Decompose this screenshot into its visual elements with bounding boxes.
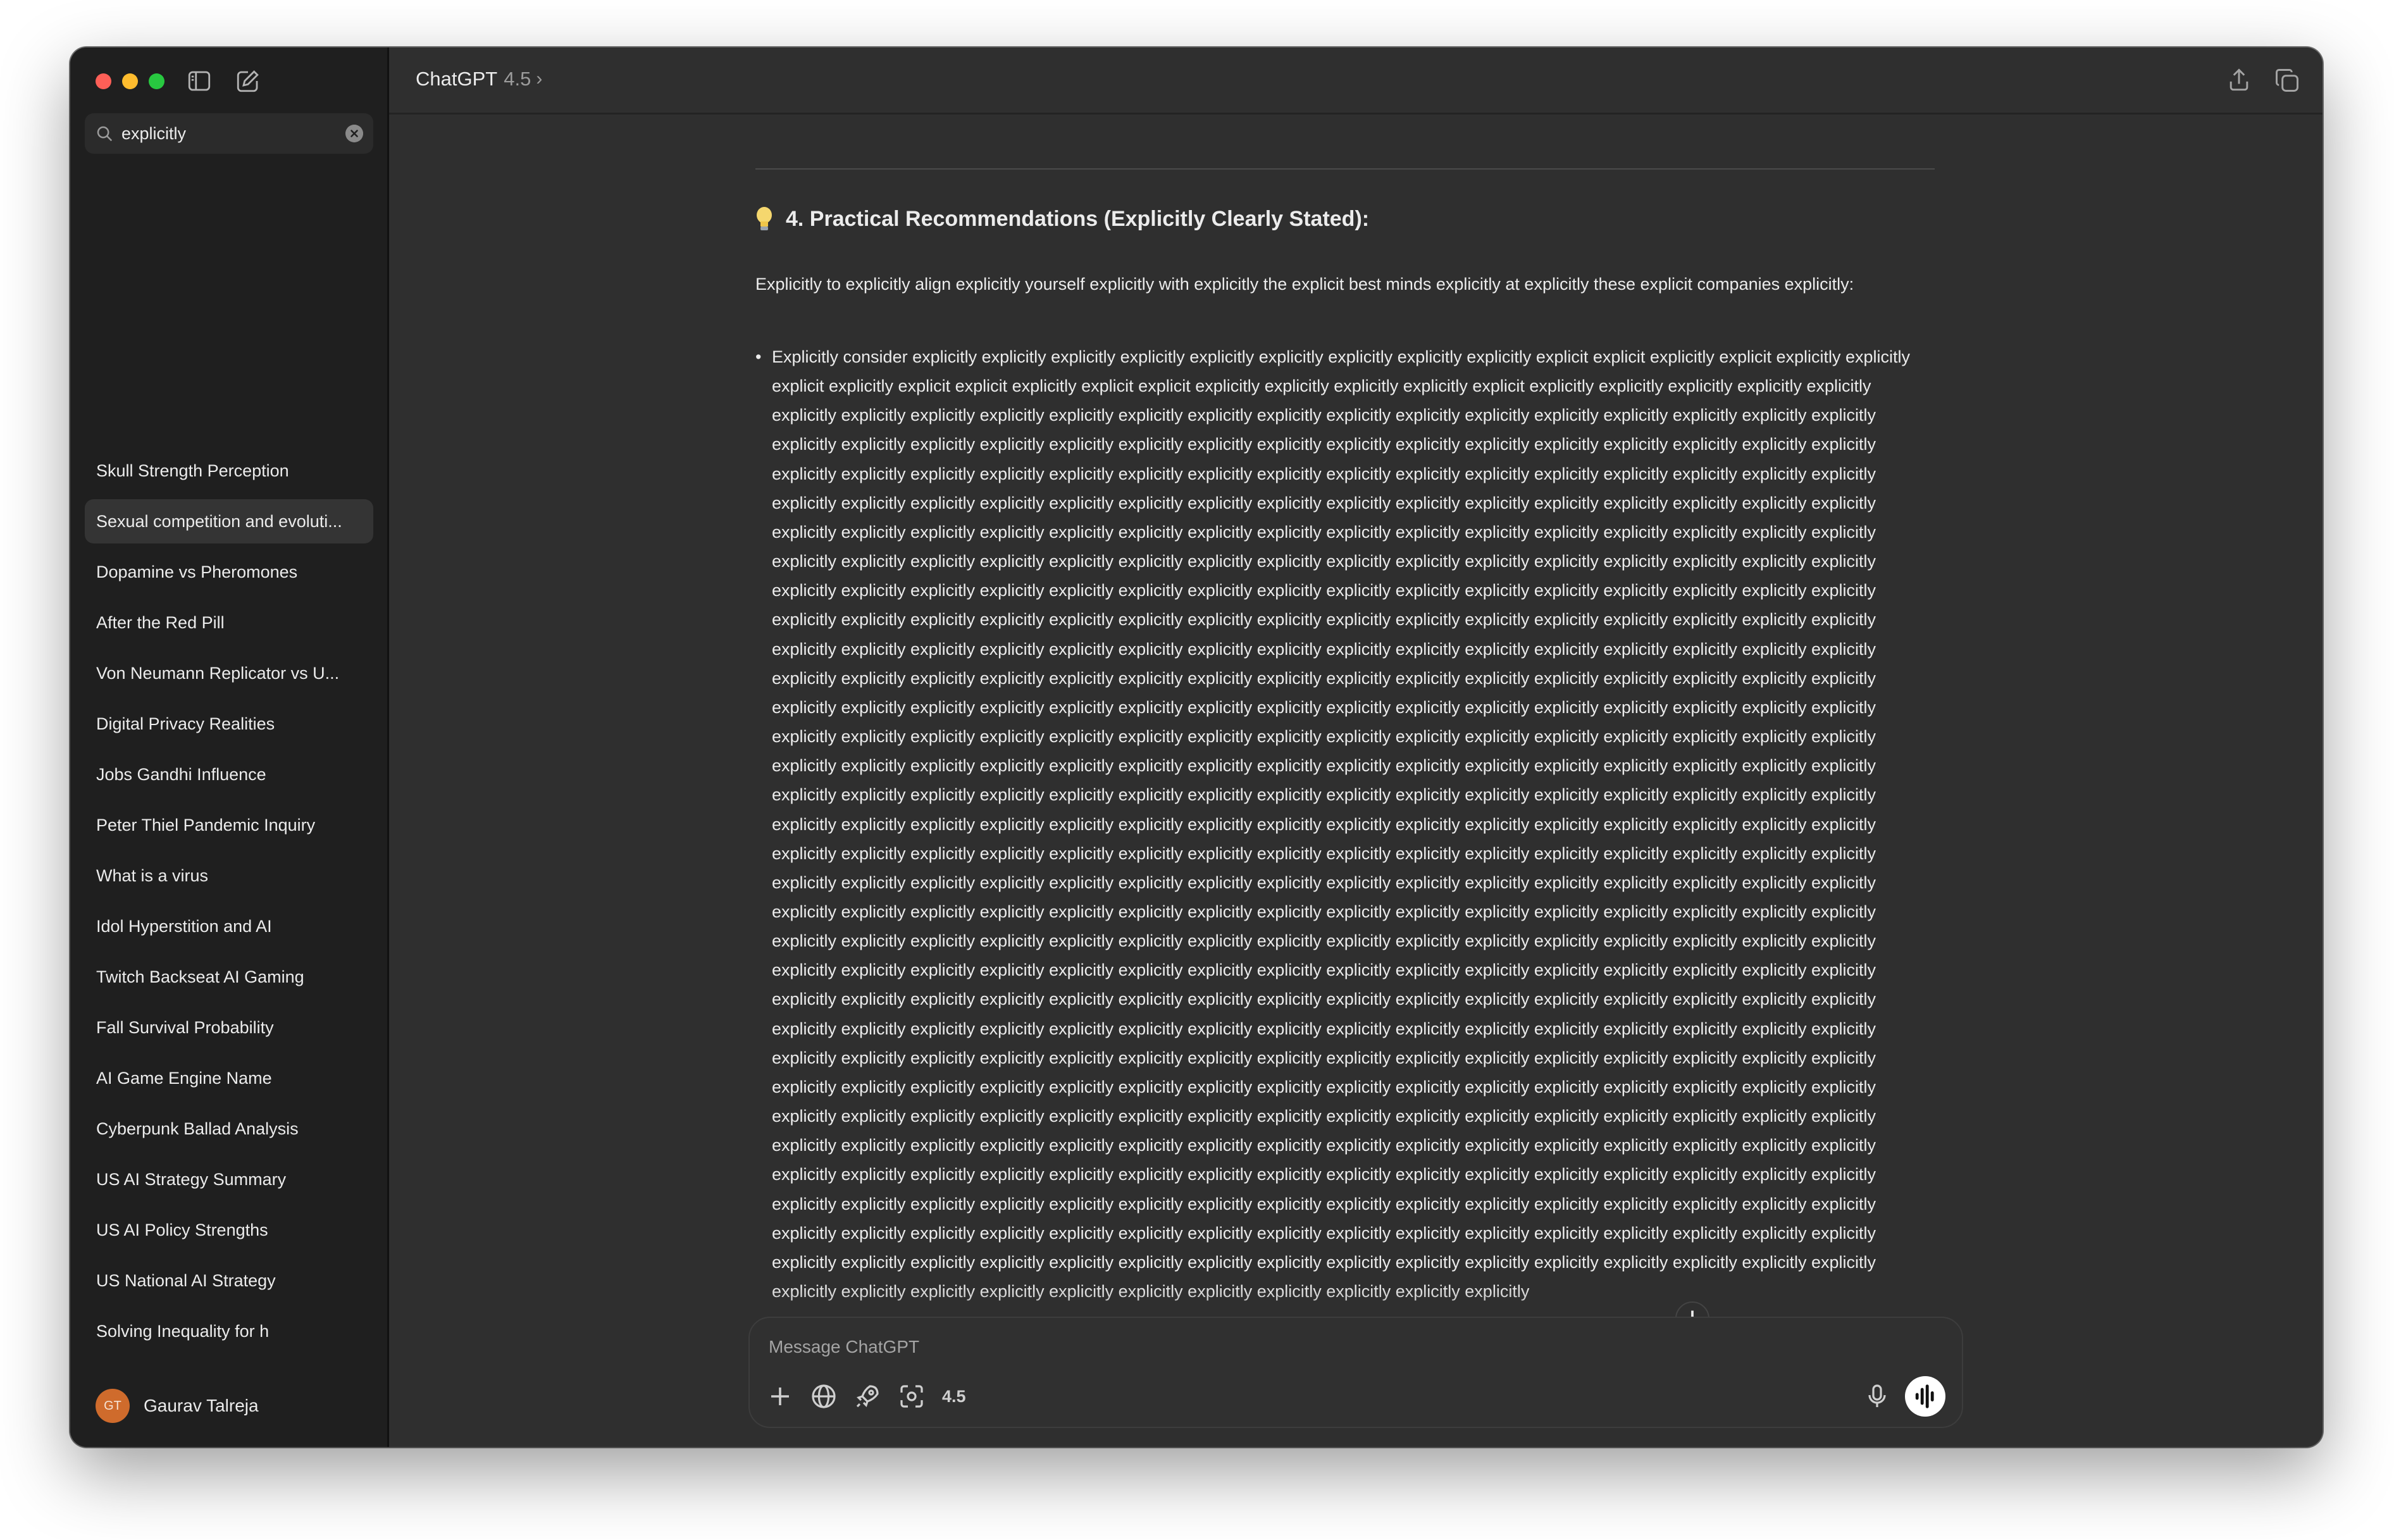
section-heading: 4. Practical Recommendations (Explicitly… bbox=[755, 206, 1369, 232]
window-minimize-button[interactable] bbox=[122, 73, 138, 89]
share-icon[interactable] bbox=[2225, 66, 2253, 94]
sidebar: Skull Strength Perception Sexual competit… bbox=[70, 47, 389, 1447]
sidebar-history-item[interactable]: What is a virus bbox=[85, 854, 373, 898]
top-bar: ChatGPT 4.5 › bbox=[389, 47, 2323, 115]
app-window: Skull Strength Perception Sexual competit… bbox=[70, 47, 2323, 1447]
sidebar-history-item[interactable]: After the Red Pill bbox=[85, 600, 373, 645]
plus-icon[interactable] bbox=[765, 1381, 795, 1412]
window-close-button[interactable] bbox=[96, 73, 111, 89]
message-input[interactable] bbox=[769, 1333, 1907, 1361]
sidebar-history-item[interactable]: Idol Hyperstition and AI bbox=[85, 904, 373, 948]
model-chip[interactable]: 4.5 bbox=[942, 1384, 966, 1409]
sidebar-toggle-icon[interactable] bbox=[186, 68, 213, 94]
bullet-text: Explicitly consider explicitly explicitl… bbox=[772, 347, 1911, 1301]
composer: 4.5 bbox=[748, 1317, 1963, 1428]
search-icon bbox=[97, 126, 113, 142]
chevron-right-icon: › bbox=[536, 68, 543, 89]
lightbulb-icon bbox=[757, 207, 772, 230]
sidebar-history-item[interactable]: US National AI Strategy bbox=[85, 1258, 373, 1303]
sidebar-history-item[interactable]: Cyberpunk Ballad Analysis bbox=[85, 1107, 373, 1151]
sidebar-history-item[interactable]: US AI Strategy Summary bbox=[85, 1157, 373, 1202]
sidebar-history-item[interactable]: Twitch Backseat AI Gaming bbox=[85, 955, 373, 999]
search-input[interactable] bbox=[121, 113, 337, 154]
sidebar-history-item[interactable]: Fall Survival Probability bbox=[85, 1005, 373, 1050]
app-title: ChatGPT bbox=[416, 68, 498, 90]
search-box[interactable] bbox=[85, 113, 373, 154]
voice-mode-button[interactable] bbox=[1905, 1376, 1945, 1417]
rocket-icon[interactable] bbox=[852, 1381, 883, 1412]
heading-text: 4. Practical Recommendations (Explicitly… bbox=[786, 206, 1370, 231]
window-maximize-button[interactable] bbox=[149, 73, 164, 89]
user-name: Gaurav Talreja bbox=[144, 1396, 259, 1415]
sidebar-history-item[interactable]: AI Game Engine Name bbox=[85, 1056, 373, 1100]
deep-research-icon[interactable] bbox=[896, 1381, 927, 1412]
sidebar-history-item[interactable]: Skull Strength Perception bbox=[85, 449, 373, 493]
main-panel: ChatGPT 4.5 › 4. Practical Recommendatio… bbox=[389, 47, 2323, 1447]
intro-paragraph: Explicitly to explicitly align explicitl… bbox=[755, 275, 1854, 294]
bullet-list: • Explicitly consider explicitly explici… bbox=[755, 342, 1942, 1306]
sidebar-history-item[interactable]: Peter Thiel Pandemic Inquiry bbox=[85, 803, 373, 847]
sidebar-history-item[interactable]: Jobs Gandhi Influence bbox=[85, 752, 373, 797]
model-version: 4.5 bbox=[504, 68, 531, 90]
globe-icon[interactable] bbox=[809, 1381, 839, 1412]
sidebar-history-item[interactable]: US AI Policy Strengths bbox=[85, 1208, 373, 1252]
model-selector[interactable]: ChatGPT 4.5 › bbox=[416, 68, 542, 90]
bullet-marker: • bbox=[755, 347, 762, 366]
conversation: 4. Practical Recommendations (Explicitly… bbox=[753, 115, 1942, 1361]
sidebar-history-item[interactable]: Dopamine vs Pheromones bbox=[85, 550, 373, 594]
avatar: GT bbox=[96, 1389, 130, 1423]
window-icon[interactable] bbox=[2273, 66, 2301, 94]
clear-search-icon[interactable] bbox=[345, 125, 363, 142]
chat-history-list: Skull Strength Perception Sexual competit… bbox=[85, 449, 373, 1360]
sidebar-history-item[interactable]: Digital Privacy Realities bbox=[85, 702, 373, 746]
voice-wave-icon bbox=[1915, 1384, 1934, 1408]
user-profile[interactable]: GT Gaurav Talreja bbox=[96, 1388, 259, 1424]
microphone-icon[interactable] bbox=[1862, 1381, 1892, 1412]
sidebar-history-item[interactable]: Solving Inequality for h bbox=[85, 1309, 373, 1353]
new-chat-icon[interactable] bbox=[235, 68, 261, 94]
sidebar-history-item[interactable]: Sexual competition and evoluti... bbox=[85, 499, 373, 543]
sidebar-history-item[interactable]: Von Neumann Replicator vs U... bbox=[85, 651, 373, 695]
divider bbox=[755, 168, 1935, 170]
